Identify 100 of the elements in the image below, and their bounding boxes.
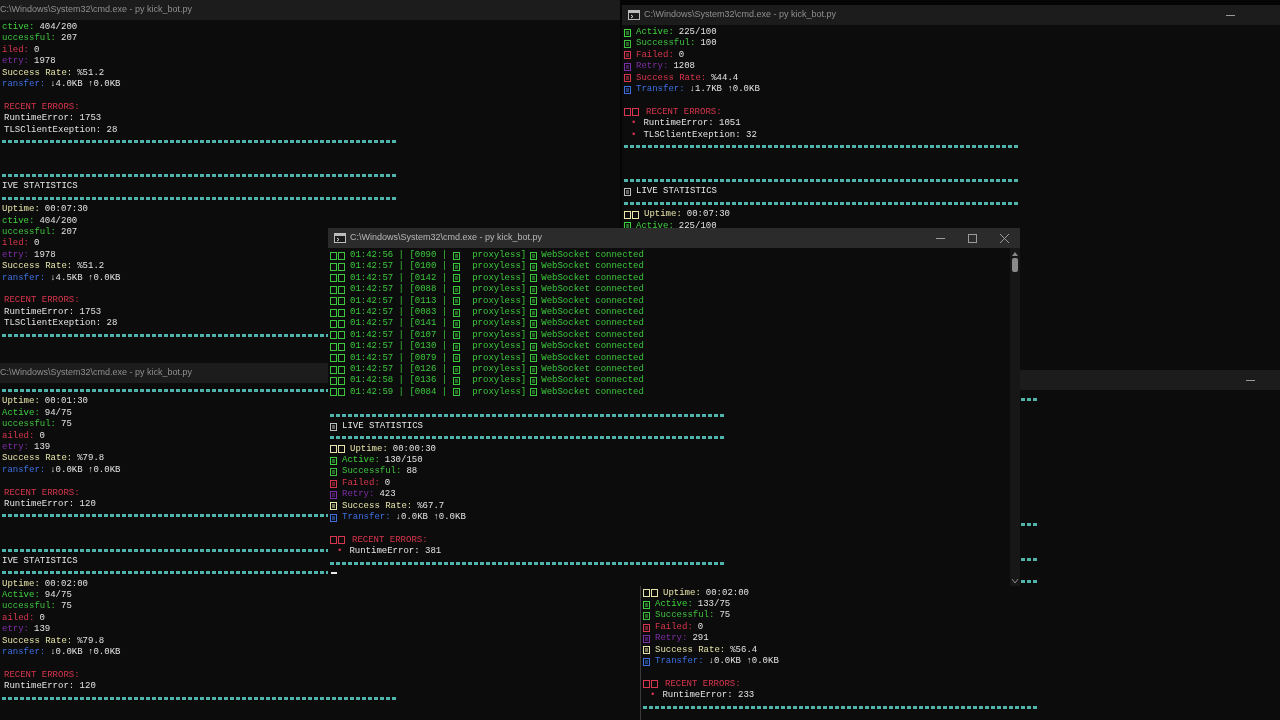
stat-value: 00:00:30	[392, 443, 437, 455]
error-heading: RECENT ERRORS:	[664, 678, 741, 690]
error-text: RuntimeError: 1051	[642, 118, 741, 130]
stat-label: ransfer:	[2, 78, 46, 91]
square-icon	[453, 308, 461, 317]
square-icon	[453, 377, 461, 385]
error-heading: RECENT ERRORS:	[3, 487, 80, 499]
stat-value: 225/100	[678, 27, 717, 38]
window-title: C:\Windows\System32\cmd.exe - py kick_bot.py	[0, 3, 193, 17]
double-square-icon	[330, 365, 345, 374]
close-icon[interactable]	[999, 233, 1009, 243]
stat-value: %67.7	[417, 500, 445, 512]
stat-value: 00:07:30	[44, 204, 89, 216]
log-tag: proxyless]	[472, 375, 527, 387]
scrollbar[interactable]	[1010, 248, 1020, 586]
stat-value: 130/150	[384, 455, 423, 466]
square-icon	[530, 274, 538, 283]
log-tag: proxyless]	[472, 261, 527, 273]
square-icon	[530, 342, 538, 351]
log-tag: proxyless]	[472, 250, 527, 262]
square-icon	[453, 285, 461, 294]
square-icon	[530, 263, 538, 272]
section-heading: IVE STATISTICS	[2, 555, 78, 568]
error-text: RuntimeError: 1753	[3, 113, 102, 125]
scroll-down-icon[interactable]	[1012, 579, 1018, 583]
stat-label: etry:	[2, 441, 29, 454]
window-title: C:\Windows\System32\cmd.exe - py kick_bot.py	[350, 231, 543, 245]
stat-value: 0	[678, 49, 685, 62]
scroll-up-icon[interactable]	[1012, 252, 1018, 256]
stat-value: 94/75	[44, 590, 72, 601]
stat-value: 0	[39, 612, 45, 625]
square-icon	[530, 377, 538, 385]
stat-value: 1978	[34, 56, 56, 68]
log-time: 01:42:56 | [0090 |	[350, 250, 448, 261]
error-heading: RECENT ERRORS:	[3, 669, 80, 681]
log-time: 01:42:57 | [0083 |	[350, 306, 448, 318]
stat-value: %51.2	[77, 67, 105, 79]
square-icon	[453, 274, 461, 283]
window-title: C:\Windows\System32\cmd.exe - py kick_bot.py	[644, 8, 837, 22]
log-time: 01:42:58 | [0136 |	[350, 375, 448, 387]
stat-label: Success Rate:	[2, 635, 73, 647]
square-icon	[530, 365, 538, 374]
stat-value: 00:01:30	[44, 396, 89, 408]
log-message: WebSocket connected	[541, 318, 644, 330]
stat-label: iled:	[2, 44, 29, 57]
double-square-icon	[330, 308, 345, 317]
stat-value: 207	[61, 227, 78, 239]
stat-label: ctive:	[2, 22, 35, 33]
maximize-icon[interactable]	[967, 233, 977, 243]
bullet: •	[649, 690, 657, 702]
stat-label: uccessful:	[2, 33, 56, 45]
stat-value: 0	[34, 238, 40, 250]
bullet: •	[336, 546, 344, 558]
double-square-icon	[330, 251, 345, 260]
stat-value: ↓4.0KB ↑0.0KB	[50, 78, 121, 91]
stat-value: 75	[61, 601, 72, 613]
stat-label: ransfer:	[2, 464, 46, 477]
double-square-icon	[330, 331, 345, 340]
double-square-icon	[330, 263, 345, 272]
square-icon	[453, 331, 461, 340]
stat-value: 94/75	[44, 407, 72, 419]
square-icon	[530, 297, 538, 306]
stat-label: Active:	[2, 590, 40, 601]
log-tag: proxyless]	[472, 386, 527, 399]
stat-value: ↓1.7KB ↑0.0KB	[689, 83, 760, 96]
double-square-icon	[330, 354, 345, 363]
stat-label: Failed:	[342, 477, 380, 490]
log-message: WebSocket connected	[541, 386, 644, 399]
stat-label: Success Rate:	[2, 261, 73, 273]
log-message: WebSocket connected	[541, 261, 644, 273]
stat-label: Uptime:	[2, 578, 40, 590]
stat-value: 0	[34, 44, 40, 57]
square-icon	[530, 331, 538, 340]
square-icon	[530, 285, 538, 294]
stat-value: 100	[700, 38, 717, 50]
stat-value: 139	[34, 624, 51, 636]
log-time: 01:42:57 | [0126 |	[350, 363, 448, 375]
stat-label: uccessful:	[2, 419, 56, 431]
stat-value: 88	[406, 466, 418, 478]
square-icon	[530, 308, 538, 317]
stat-label: ctive:	[2, 215, 35, 227]
section-heading: IVE STATISTICS	[2, 181, 78, 193]
error-text: RuntimeError: 120	[3, 498, 96, 511]
error-heading: RECENT ERRORS:	[351, 534, 428, 546]
stat-value: 00:02:00	[705, 587, 750, 599]
stat-value: 291	[692, 633, 709, 645]
stat-label: Uptime:	[350, 443, 388, 455]
square-icon	[453, 297, 461, 306]
square-icon	[453, 365, 461, 374]
square-icon	[530, 388, 538, 397]
scroll-thumb[interactable]	[1012, 258, 1018, 272]
error-text: TLSClientExeption: 28	[3, 124, 118, 136]
error-text: RuntimeError: 233	[661, 690, 755, 702]
stat-label: Uptime:	[2, 396, 40, 408]
log-message: WebSocket connected	[541, 272, 644, 284]
stat-label: Active:	[636, 27, 674, 38]
stat-label: Active:	[2, 407, 40, 419]
square-icon	[453, 388, 461, 397]
stat-label: Uptime:	[663, 587, 701, 599]
stat-label: ailed:	[2, 612, 35, 625]
